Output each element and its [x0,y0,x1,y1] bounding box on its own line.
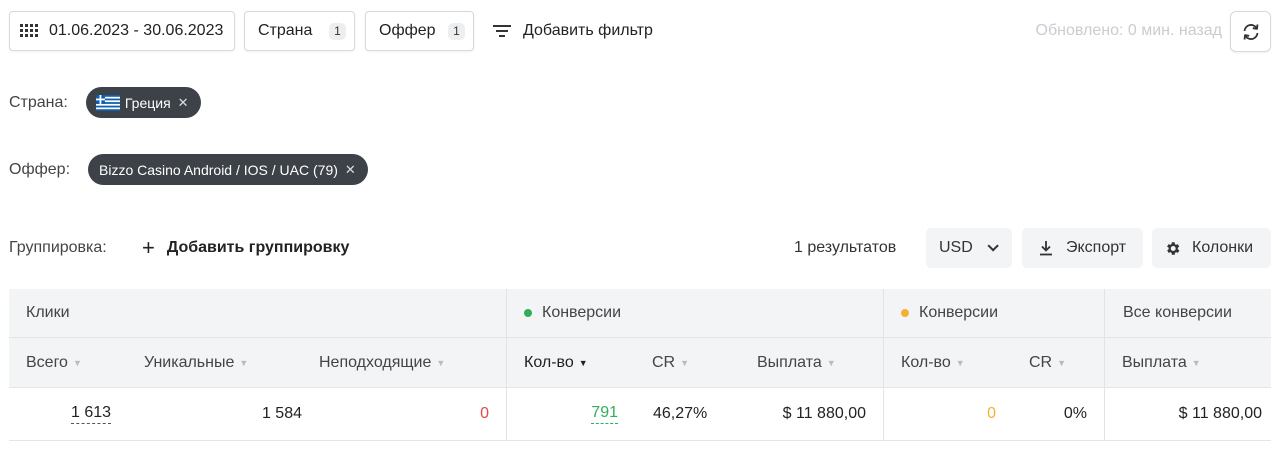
grouping-row: Группировка: + Добавить группировку 1 ре… [9,228,1271,268]
grouping-label: Группировка: [9,239,107,256]
cell-unsuitable: 0 [302,388,506,440]
export-button[interactable]: Экспорт [1022,228,1143,268]
offer-chip-label: Bizzo Casino Android / IOS / UAC (79) [99,161,338,178]
group-header-conversions-green: Конверсии [506,289,883,337]
stats-table: Клики Конверсии Конверсии Все конверсии … [9,289,1271,441]
orange-status-dot [901,309,909,317]
country-count-badge: 1 [329,22,346,40]
columns-button[interactable]: Колонки [1152,228,1271,268]
cell-unique: 1 584 [127,388,302,440]
cell-qty-green[interactable]: 791 [506,388,634,440]
cell-payout-all-value: $ 11 880,00 [1178,405,1262,422]
column-header-total-label: Всего [26,353,68,371]
group-header-all-conversions: Все конверсии [1104,289,1271,337]
group-header-conversions-orange-label: Конверсии [919,304,999,321]
column-header-cr-green[interactable]: CR ▼ [634,338,739,387]
currency-select[interactable]: USD [926,228,1012,268]
gear-icon [1167,241,1180,255]
sort-caret-icon: ▼ [1057,357,1067,368]
column-header-cr-orange-label: CR [1029,353,1053,371]
country-chip[interactable]: Греция ✕ [85,87,201,118]
refresh-icon [1243,23,1258,40]
date-range-text: 01.06.2023 - 30.06.2023 [49,22,224,39]
column-header-payout-all-label: Выплата [1122,353,1187,371]
cell-qty-green-value: 791 [591,404,618,424]
sort-caret-active-icon: ▼ [578,357,588,368]
group-header-conversions-orange: Конверсии [883,289,1104,337]
offer-count-badge: 1 [448,22,465,40]
country-filter-row-label: Страна: [9,93,68,111]
results-count: 1 результатов [794,239,897,256]
table-group-header: Клики Конверсии Конверсии Все конверсии [9,289,1271,338]
date-range-button[interactable]: 01.06.2023 - 30.06.2023 [9,11,235,51]
cell-unique-value: 1 584 [261,405,302,422]
close-icon[interactable]: ✕ [178,95,189,111]
table-column-header: Всего ▼ Уникальные ▼ Неподходящие ▼ Кол-во ▼… [9,338,1271,388]
sort-caret-icon: ▼ [239,357,249,368]
column-header-total[interactable]: Всего ▼ [9,338,127,387]
offer-filter-label: Оффер [379,22,436,39]
refresh-button[interactable] [1230,11,1271,52]
column-header-unsuitable-label: Неподходящие [319,353,432,371]
column-header-qty-orange[interactable]: Кол-во ▼ [883,338,1012,387]
group-header-conversions-green-label: Конверсии [542,304,622,321]
offer-filter-button[interactable]: Оффер 1 [365,11,474,51]
green-status-dot [524,309,532,317]
cell-payout-green-value: $ 11 880,00 [782,405,866,422]
column-header-qty-orange-label: Кол-во [901,353,951,371]
cell-cr-orange: 0% [1012,388,1104,440]
cell-qty-orange: 0 [883,388,1012,440]
offer-filter-row: Оффер: Bizzo Casino Android / IOS / UAC … [9,154,368,185]
cell-cr-orange-value: 0% [1063,405,1087,422]
cell-total-value: 1 613 [71,404,112,424]
sort-caret-icon: ▼ [1191,357,1201,368]
cell-cr-green: 46,27% [634,388,739,440]
download-icon [1040,241,1052,256]
add-filter-button[interactable]: Добавить фильтр [493,11,653,51]
close-icon[interactable]: ✕ [345,162,356,178]
column-header-unique[interactable]: Уникальные ▼ [127,338,302,387]
table-row: 1 613 1 584 0 791 46,27% $ 11 880,00 0 0… [9,388,1271,441]
add-grouping-label: Добавить группировку [166,239,350,256]
cell-qty-orange-value: 0 [987,405,996,422]
columns-label: Колонки [1192,239,1254,256]
cell-cr-green-value: 46,27% [653,405,708,422]
add-grouping-button[interactable]: + Добавить группировку [142,228,349,268]
column-header-payout-green[interactable]: Выплата ▼ [739,338,883,387]
currency-value: USD [939,239,973,256]
add-filter-label: Добавить фильтр [523,22,653,39]
chevron-down-icon [987,240,999,252]
cell-total[interactable]: 1 613 [9,388,127,440]
filter-icon [493,24,511,38]
export-label: Экспорт [1066,239,1127,256]
greece-flag-icon [95,94,120,111]
updated-status: Обновлено: 0 мин. назад [1035,22,1222,39]
sort-caret-icon: ▼ [436,357,446,368]
offer-filter-row-label: Оффер: [9,160,71,178]
cell-payout-all: $ 11 880,00 [1104,388,1271,440]
column-header-qty-green[interactable]: Кол-во ▼ [506,338,634,387]
cell-unsuitable-value: 0 [480,405,489,422]
group-header-clicks: Клики [26,304,70,321]
top-toolbar: 01.06.2023 - 30.06.2023 Страна 1 Оффер 1… [9,11,1271,52]
column-header-cr-orange[interactable]: CR ▼ [1012,338,1104,387]
country-chip-label: Греция [124,94,171,111]
sort-caret-icon: ▼ [680,357,690,368]
sort-caret-icon: ▼ [826,357,836,368]
column-header-payout-green-label: Выплата [757,353,822,371]
column-header-unique-label: Уникальные [144,353,235,371]
calendar-grid-icon [20,24,39,38]
column-header-cr-green-label: CR [652,353,676,371]
country-filter-row: Страна: Греция ✕ [9,87,201,118]
column-header-unsuitable[interactable]: Неподходящие ▼ [302,338,506,387]
cell-payout-green: $ 11 880,00 [739,388,883,440]
column-header-qty-green-label: Кол-во [524,353,574,371]
country-filter-button[interactable]: Страна 1 [244,11,355,51]
country-filter-label: Страна [258,22,313,39]
column-header-payout-all[interactable]: Выплата ▼ [1104,338,1271,387]
offer-chip[interactable]: Bizzo Casino Android / IOS / UAC (79) ✕ [88,154,368,185]
sort-caret-icon: ▼ [72,357,82,368]
plus-icon: + [142,235,155,260]
sort-caret-icon: ▼ [955,357,965,368]
